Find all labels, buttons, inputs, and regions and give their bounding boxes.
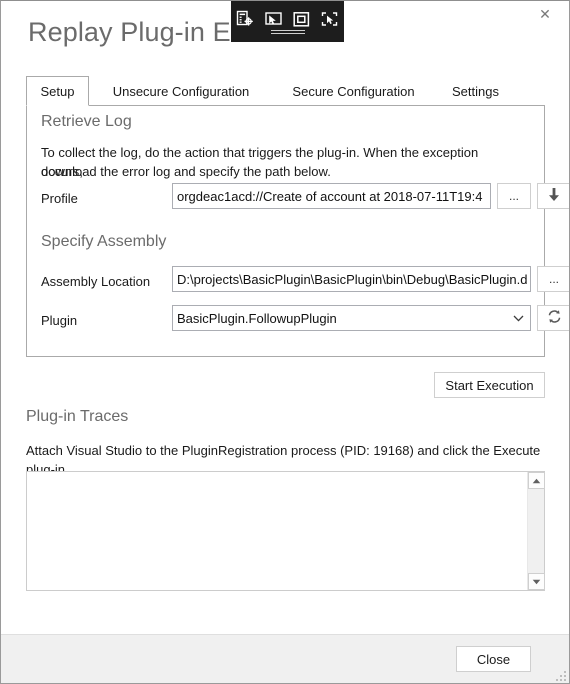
close-button-label: Close [476, 651, 511, 667]
tab-label: Setup [40, 83, 75, 99]
close-icon[interactable]: ✕ [523, 1, 567, 29]
profile-browse-button[interactable]: ... [497, 183, 531, 209]
capture-toolbar [231, 1, 344, 42]
plugin-refresh-button[interactable] [537, 305, 569, 331]
assembly-location-value: D:\projects\BasicPlugin\BasicPlugin\bin\… [177, 271, 528, 287]
traces-scrollbar[interactable] [527, 472, 545, 590]
assembly-location-label: Assembly Location [41, 274, 151, 289]
download-arrow-icon [547, 187, 561, 205]
scroll-down-arrow-icon[interactable] [528, 573, 545, 590]
plugin-select[interactable]: BasicPlugin.FollowupPlugin [172, 305, 531, 331]
plugin-traces-output-box [26, 471, 545, 591]
retrieve-log-heading: Retrieve Log [41, 113, 132, 130]
capture-element-icon[interactable] [231, 5, 259, 33]
scroll-up-arrow-icon[interactable] [528, 472, 545, 489]
assembly-location-input[interactable]: D:\projects\BasicPlugin\BasicPlugin\bin\… [172, 266, 531, 292]
plugin-traces-output[interactable] [27, 472, 526, 590]
tab-setup[interactable]: Setup [26, 76, 89, 106]
plugin-select-value: BasicPlugin.FollowupPlugin [177, 310, 337, 326]
dialog-footer: Close [1, 634, 569, 683]
plugin-label: Plugin [41, 313, 78, 328]
close-button[interactable]: Close [456, 646, 531, 672]
capture-region-cursor-icon[interactable] [315, 5, 343, 33]
tabstrip: Setup Unsecure Configuration Secure Conf… [26, 76, 545, 106]
capture-cursor-window-icon[interactable] [259, 5, 287, 33]
capture-window-icon[interactable] [287, 5, 315, 33]
tab-label: Settings [452, 83, 499, 99]
tab-panel-setup: Retrieve Log To collect the log, do the … [26, 105, 569, 357]
tab-unsecure-configuration[interactable]: Unsecure Configuration [101, 76, 261, 106]
profile-input-value: orgdeac1acd://Create of account at 2018-… [177, 188, 483, 204]
tabstrip-underline [26, 105, 545, 106]
retrieve-log-description-line2: download the error log and specify the p… [41, 164, 331, 179]
tab-label: Unsecure Configuration [112, 83, 250, 99]
start-execution-button[interactable]: Start Execution [434, 372, 545, 398]
profile-download-button[interactable] [537, 183, 569, 209]
tab-settings[interactable]: Settings [438, 76, 513, 106]
close-x-glyph: ✕ [539, 7, 551, 23]
tab-secure-configuration[interactable]: Secure Configuration [281, 76, 426, 106]
resize-grip-icon[interactable] [552, 667, 566, 681]
refresh-icon [547, 309, 562, 327]
drag-grip-icon[interactable] [271, 30, 305, 35]
chevron-down-icon [510, 315, 526, 322]
assembly-browse-button[interactable]: ... [537, 266, 569, 292]
tab-label: Secure Configuration [292, 83, 415, 99]
specify-assembly-heading: Specify Assembly [41, 233, 167, 250]
assembly-browse-label: ... [548, 272, 559, 286]
start-execution-label: Start Execution [445, 377, 534, 393]
plugin-traces-heading: Plug-in Traces [26, 408, 129, 425]
profile-browse-label: ... [508, 189, 519, 203]
dialog-window: Replay Plug-in Execution ✕ Setup Unsecur… [0, 0, 570, 684]
profile-input[interactable]: orgdeac1acd://Create of account at 2018-… [172, 183, 491, 209]
profile-label: Profile [41, 191, 78, 206]
